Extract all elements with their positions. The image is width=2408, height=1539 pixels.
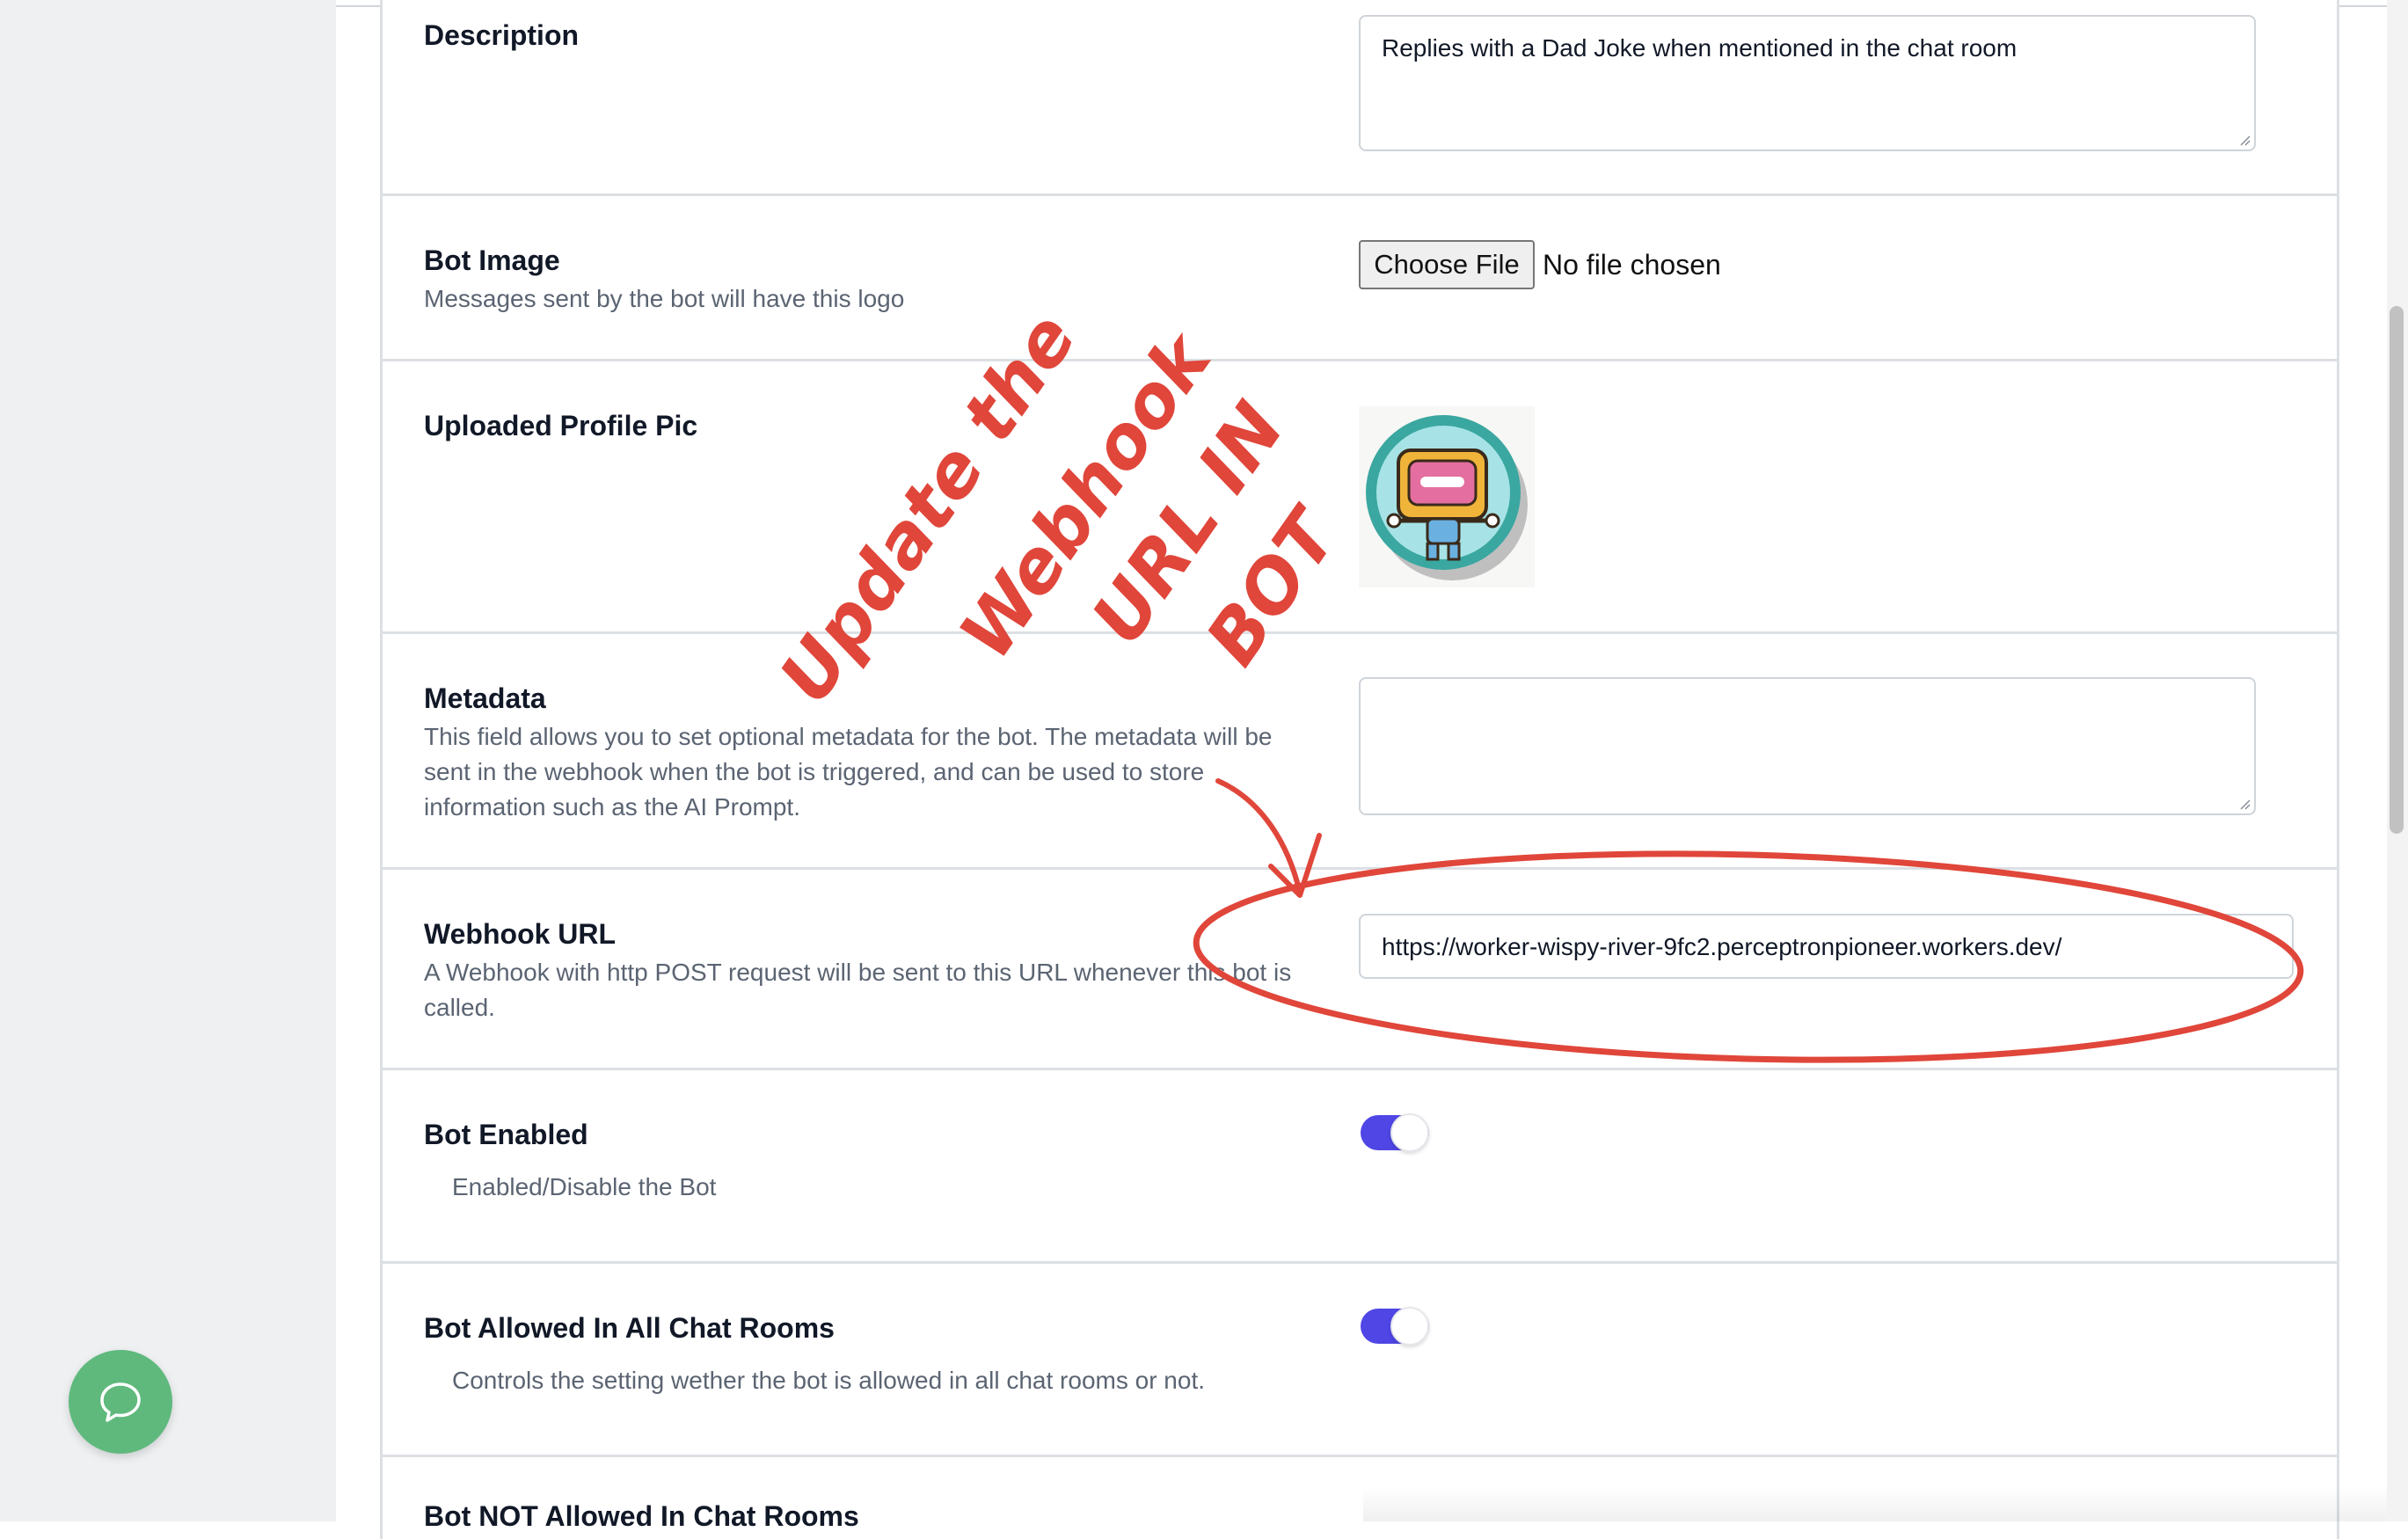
divider — [380, 631, 2339, 634]
uploaded-pic-label: Uploaded Profile Pic — [424, 410, 698, 441]
webhook-url-input[interactable]: https://worker-wispy-river-9fc2.perceptr… — [1359, 914, 2294, 979]
divider — [380, 193, 2339, 196]
chat-support-button[interactable] — [69, 1350, 172, 1454]
bot-all-rooms-toggle[interactable] — [1361, 1307, 1429, 1346]
chat-bubble-icon — [100, 1382, 141, 1422]
divider — [380, 867, 2339, 870]
resize-grip-icon[interactable] — [2238, 134, 2251, 146]
toggle-knob — [1390, 1307, 1429, 1346]
choose-file-button[interactable]: Choose File — [1359, 240, 1535, 289]
description-textarea[interactable]: Replies with a Dad Joke when mentioned i… — [1359, 15, 2256, 151]
webhook-help-line2: called. — [424, 994, 495, 1021]
toggle-knob — [1390, 1113, 1429, 1152]
divider — [380, 1455, 2339, 1457]
metadata-help-line2: sent in the webhook when the bot is trig… — [424, 758, 1205, 785]
metadata-help-line1: This field allows you to set optional me… — [424, 723, 1273, 750]
bot-image-help: Messages sent by the bot will have this … — [424, 285, 905, 312]
bot-all-rooms-label: Bot Allowed In All Chat Rooms — [424, 1312, 835, 1344]
description-value: Replies with a Dad Joke when mentioned i… — [1382, 34, 2018, 62]
bot-enabled-help: Enabled/Disable the Bot — [452, 1173, 717, 1200]
bot-enabled-label: Bot Enabled — [424, 1119, 588, 1150]
robot-avatar — [1359, 406, 1535, 587]
divider — [380, 1261, 2339, 1264]
metadata-textarea[interactable] — [1359, 677, 2256, 815]
divider — [380, 359, 2339, 361]
sidebar — [0, 0, 336, 1521]
file-status: No file chosen — [1543, 249, 1721, 281]
bot-not-allowed-label: Bot NOT Allowed In Chat Rooms — [424, 1500, 859, 1532]
bottom-shadow — [1363, 1486, 2392, 1521]
webhook-help-line1: A Webhook with http POST request will be… — [424, 959, 1292, 986]
bot-all-rooms-help: Controls the setting wether the bot is a… — [452, 1367, 1205, 1394]
metadata-help-line3: information such as the AI Prompt. — [424, 793, 800, 821]
scrollbar-thumb[interactable] — [2390, 306, 2404, 834]
resize-grip-icon[interactable] — [2238, 798, 2251, 810]
bot-enabled-toggle[interactable] — [1361, 1113, 1429, 1152]
bot-image-label: Bot Image — [424, 244, 560, 276]
divider — [380, 1068, 2339, 1070]
description-label: Description — [424, 19, 580, 51]
metadata-label: Metadata — [424, 682, 546, 714]
webhook-label: Webhook URL — [424, 918, 617, 950]
